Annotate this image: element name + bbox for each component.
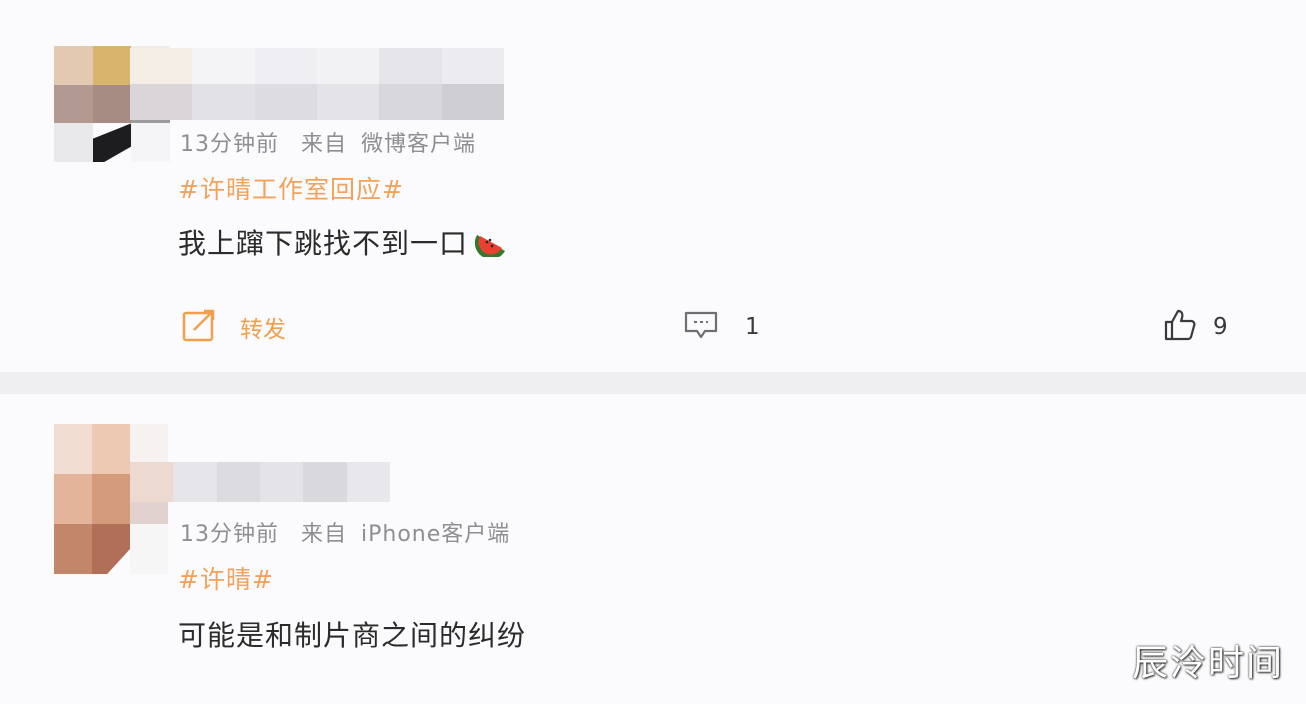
post-meta: 13分钟前 来自 微博客户端 (180, 126, 476, 158)
like-icon (1163, 308, 1197, 346)
post-text: 可能是和制片商之间的纠纷 (178, 619, 527, 652)
comment-button[interactable]: 1 (683, 310, 760, 344)
post-content: 可能是和制片商之间的纠纷 (178, 614, 526, 654)
weibo-post: 13分钟前 来自 微博客户端 #许晴工作室回应# 我上蹿下跳找不到一口 转发 1… (0, 0, 1306, 372)
post-content: 我上蹿下跳找不到一口 (178, 222, 508, 262)
hashtag-link[interactable]: #许晴# (178, 560, 274, 596)
hashtag-link[interactable]: #许晴工作室回应# (178, 170, 404, 206)
post-text: 我上蹿下跳找不到一口 (178, 227, 469, 260)
repost-button[interactable]: 转发 (182, 308, 286, 346)
post-source[interactable]: iPhone客户端 (361, 522, 510, 547)
username-mosaic[interactable] (130, 462, 390, 502)
weibo-post: 13分钟前 来自 iPhone客户端 #许晴# 可能是和制片商之间的纠纷 (0, 394, 1306, 704)
watermark: 辰泠时间 (1131, 643, 1284, 684)
repost-label: 转发 (240, 317, 286, 343)
comment-icon (683, 310, 719, 344)
repost-icon (182, 308, 218, 346)
post-source-prefix: 来自 (301, 522, 348, 547)
post-source[interactable]: 微博客户端 (361, 132, 476, 157)
watermelon-icon (474, 227, 508, 260)
post-meta: 13分钟前 来自 iPhone客户端 (180, 516, 510, 548)
like-button[interactable]: 9 (1163, 308, 1228, 346)
like-count: 9 (1213, 314, 1228, 340)
post-time: 13分钟前 (180, 522, 279, 547)
post-source-prefix: 来自 (301, 132, 348, 157)
post-separator (0, 372, 1306, 394)
comment-count: 1 (745, 314, 760, 340)
username-mosaic[interactable] (130, 48, 504, 120)
post-time: 13分钟前 (180, 132, 279, 157)
